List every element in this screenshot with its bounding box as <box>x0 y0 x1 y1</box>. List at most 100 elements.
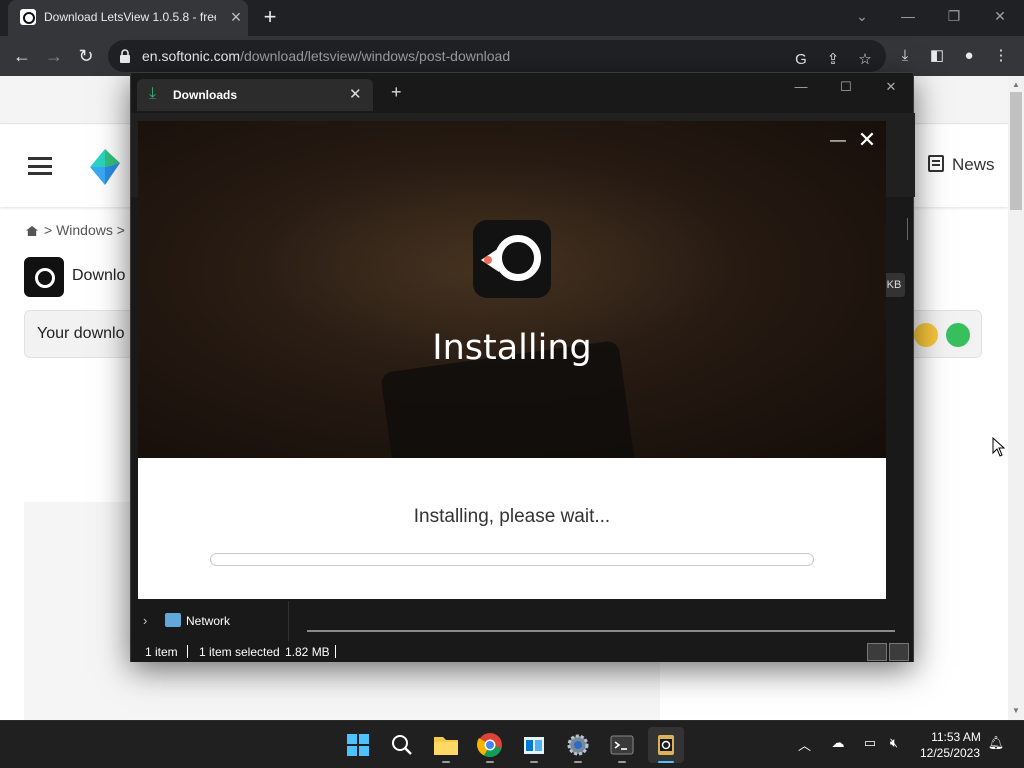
app-icon-dot <box>484 256 492 264</box>
explorer-horizontal-scrollbar[interactable] <box>307 630 895 632</box>
page-scrollbar-thumb[interactable] <box>1010 92 1022 210</box>
news-icon <box>928 155 944 172</box>
softonic-favicon-icon <box>20 9 36 25</box>
breadcrumb-text[interactable]: > Windows > <box>44 222 125 238</box>
tiles-view-button[interactable] <box>889 643 909 661</box>
explorer-tab-close-icon[interactable]: ✕ <box>349 85 362 103</box>
network-monitor-icon[interactable]: ▭ <box>860 735 880 753</box>
folder-icon <box>434 737 458 755</box>
address-bar[interactable]: en.softonic.com/download/letsview/window… <box>108 40 886 72</box>
minimize-button[interactable]: — <box>888 4 928 28</box>
side-panel-icon[interactable]: ◧ <box>926 45 948 67</box>
explorer-divider <box>907 218 908 240</box>
browser-tab[interactable]: Download LetsView 1.0.5.8 - free × <box>8 0 248 36</box>
restore-button[interactable]: ❐ <box>934 4 974 28</box>
running-indicator <box>486 761 494 763</box>
downloads-icon[interactable]: ⤓ <box>894 45 916 67</box>
download-notice-text: Your downlo <box>37 325 125 342</box>
running-indicator <box>442 761 450 763</box>
browser-tab-title: Download LetsView 1.0.5.8 - free <box>44 10 216 24</box>
url-text: en.softonic.com/download/letsview/window… <box>142 48 510 64</box>
neutral-face-icon[interactable] <box>914 323 938 347</box>
browser-toolbar: ← → ↻ en.softonic.com/download/letsview/… <box>0 36 1024 76</box>
explorer-tab[interactable]: ⤓ Downloads ✕ <box>137 79 373 111</box>
installer-hero-banner: — ✕ Installing <box>138 121 886 458</box>
close-window-button[interactable]: ✕ <box>980 4 1020 28</box>
hamburger-menu-icon[interactable] <box>28 157 52 175</box>
letsview-app-icon <box>473 220 551 298</box>
url-path: /download/letsview/windows/post-download <box>240 48 511 64</box>
browser-tab-bar: Download LetsView 1.0.5.8 - free × + ⌄ —… <box>0 0 1024 36</box>
mouse-cursor-icon <box>992 437 1006 457</box>
install-progress-bar <box>210 553 814 566</box>
clock-time[interactable]: 11:53 AM <box>928 730 984 744</box>
explorer-tab-title: Downloads <box>173 88 238 102</box>
downloads-folder-icon: ⤓ <box>149 85 157 102</box>
taskbar-search-button[interactable] <box>384 727 420 763</box>
windows-logo-icon <box>347 734 369 756</box>
notification-bell-icon[interactable]: 🔔︎ <box>986 735 1006 753</box>
explorer-status-bar: 1 item 1 item selected 1.82 MB <box>131 641 913 662</box>
happy-face-icon[interactable] <box>946 323 970 347</box>
back-button[interactable]: ← <box>8 42 36 70</box>
explorer-minimize-button[interactable]: — <box>781 79 821 94</box>
taskbar-chrome[interactable] <box>472 727 508 763</box>
explorer-maximize-button[interactable]: ☐ <box>826 79 866 95</box>
pane-divider[interactable] <box>288 601 289 641</box>
installer-minimize-button[interactable]: — <box>828 131 848 151</box>
google-lens-icon[interactable]: G <box>790 49 812 71</box>
app-icon-ring <box>495 235 541 281</box>
lock-icon <box>120 49 130 63</box>
onedrive-cloud-icon[interactable]: ☁ <box>828 735 848 753</box>
url-host: en.softonic.com <box>142 48 241 64</box>
running-indicator <box>530 761 538 763</box>
installer-title: Installing <box>432 328 592 368</box>
clock-date[interactable]: 12/25/2023 <box>916 746 984 760</box>
taskbar-terminal[interactable] <box>604 727 640 763</box>
taskbar-settings[interactable] <box>560 727 596 763</box>
bookmark-star-icon[interactable]: ☆ <box>854 49 876 71</box>
nav-item-network[interactable]: › Network <box>131 603 289 641</box>
tab-close-icon[interactable]: × <box>226 7 246 27</box>
explorer-new-tab-button[interactable]: + <box>391 83 402 101</box>
taskbar-store[interactable] <box>516 727 552 763</box>
active-indicator <box>658 761 674 763</box>
share-icon[interactable]: ⇪ <box>822 49 844 71</box>
status-size: 1.82 MB <box>285 645 330 659</box>
status-separator <box>335 645 336 658</box>
download-title: Downlo <box>72 267 126 284</box>
tab-search-chevron-icon[interactable]: ⌄ <box>842 4 882 28</box>
softonic-logo-icon[interactable] <box>90 149 120 185</box>
volume-muted-icon[interactable]: 🔇︎ <box>884 735 904 753</box>
terminal-icon <box>610 735 634 755</box>
store-icon <box>524 737 544 754</box>
gear-icon <box>567 734 589 756</box>
breadcrumb: > Windows > <box>26 222 125 238</box>
installer-package-icon <box>658 735 674 755</box>
installer-status-message: Installing, please wait... <box>413 506 611 527</box>
running-indicator <box>574 761 582 763</box>
news-label: News <box>952 155 995 174</box>
reload-button[interactable]: ↻ <box>72 42 100 70</box>
new-tab-button[interactable]: + <box>258 4 282 30</box>
scroll-down-arrow-icon[interactable]: ▼ <box>1011 706 1021 715</box>
home-icon[interactable] <box>26 226 38 236</box>
expand-chevron-icon[interactable]: › <box>143 613 147 628</box>
start-button[interactable] <box>340 727 376 763</box>
installer-close-button[interactable]: ✕ <box>856 129 878 151</box>
status-selected: 1 item selected <box>199 645 280 659</box>
news-link[interactable]: News <box>928 155 995 175</box>
taskbar-installer[interactable] <box>648 727 684 763</box>
windows-taskbar: ︿ ☁ ▭ 🔇︎ 11:53 AM 12/25/2023 🔔︎ <box>0 720 1024 768</box>
scroll-up-arrow-icon[interactable]: ▲ <box>1011 80 1021 89</box>
taskbar-file-explorer[interactable] <box>428 727 464 763</box>
status-separator <box>187 645 188 658</box>
profile-icon[interactable]: ● <box>958 45 980 67</box>
tray-overflow-chevron-icon[interactable]: ︿ <box>798 735 811 754</box>
menu-kebab-icon[interactable]: ⋮ <box>990 45 1012 67</box>
forward-button[interactable]: → <box>40 42 68 70</box>
details-view-button[interactable] <box>867 643 887 661</box>
search-icon <box>392 735 412 755</box>
network-icon <box>165 613 181 627</box>
explorer-close-button[interactable]: ✕ <box>871 79 911 95</box>
